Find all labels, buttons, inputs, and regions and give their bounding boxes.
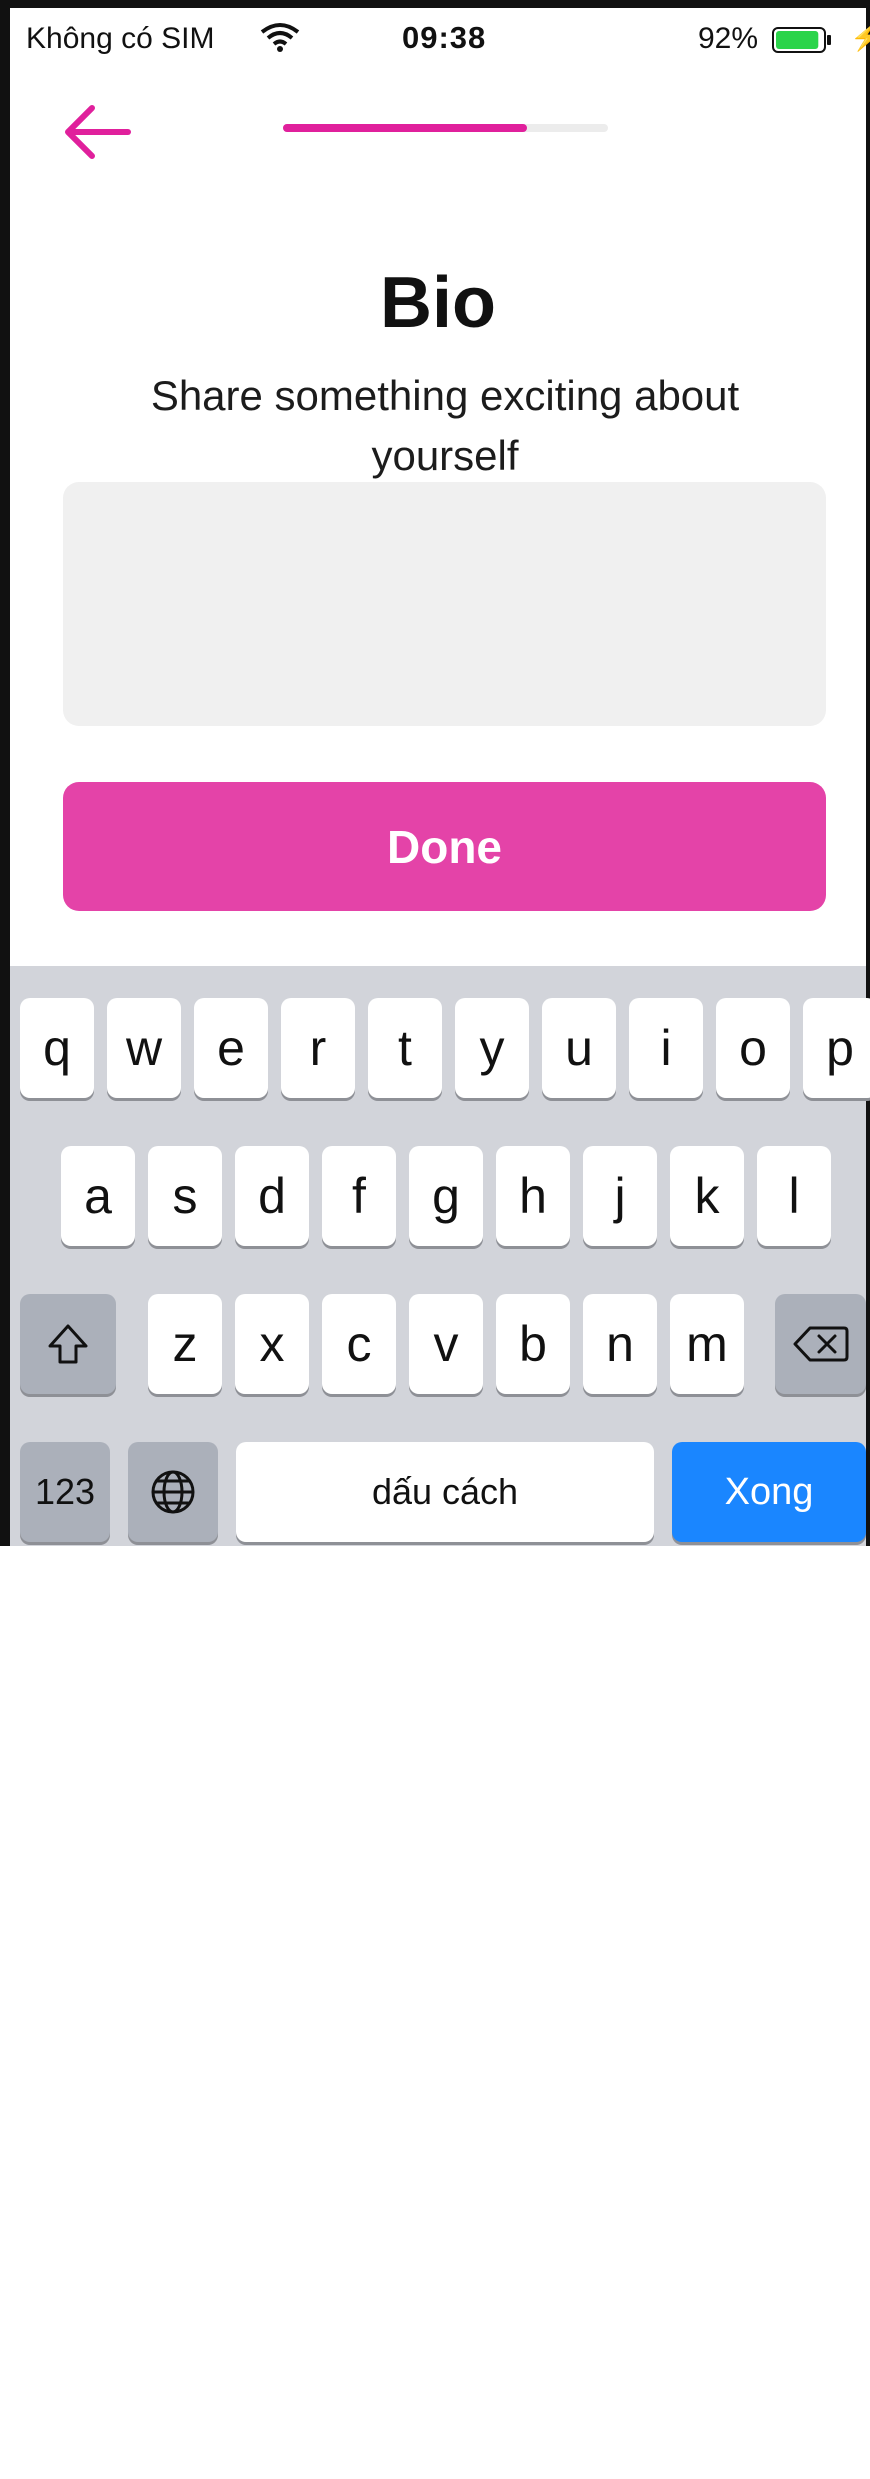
- on-screen-keyboard: q w e r t y u i o p a s d f g h j k l z x c v b n m 123 dấu cách Xon…: [10, 966, 870, 2476]
- key-e[interactable]: e: [194, 998, 268, 1098]
- key-v[interactable]: v: [409, 1294, 483, 1394]
- key-x[interactable]: x: [235, 1294, 309, 1394]
- progress-fill: [283, 124, 527, 132]
- key-u[interactable]: u: [542, 998, 616, 1098]
- shift-icon: [48, 1324, 88, 1364]
- key-h[interactable]: h: [496, 1146, 570, 1246]
- key-m[interactable]: m: [670, 1294, 744, 1394]
- screen-border: [0, 0, 870, 8]
- key-d[interactable]: d: [235, 1146, 309, 1246]
- return-key[interactable]: Xong: [672, 1442, 866, 1542]
- key-r[interactable]: r: [281, 998, 355, 1098]
- key-k[interactable]: k: [670, 1146, 744, 1246]
- key-o[interactable]: o: [716, 998, 790, 1098]
- key-j[interactable]: j: [583, 1146, 657, 1246]
- space-key[interactable]: dấu cách: [236, 1442, 654, 1542]
- globe-key[interactable]: [128, 1442, 218, 1542]
- page-title: Bio: [380, 263, 496, 343]
- key-n[interactable]: n: [583, 1294, 657, 1394]
- done-button[interactable]: Done: [63, 782, 826, 911]
- battery-icon: [772, 27, 831, 53]
- key-a[interactable]: a: [61, 1146, 135, 1246]
- bio-input[interactable]: [63, 482, 826, 726]
- key-b[interactable]: b: [496, 1294, 570, 1394]
- shift-key[interactable]: [20, 1294, 116, 1394]
- globe-icon: [151, 1470, 195, 1514]
- key-z[interactable]: z: [148, 1294, 222, 1394]
- numbers-key[interactable]: 123: [20, 1442, 110, 1542]
- onboarding-progress-bar: [283, 124, 608, 132]
- screen-border: [866, 0, 870, 1546]
- key-w[interactable]: w: [107, 998, 181, 1098]
- key-q[interactable]: q: [20, 998, 94, 1098]
- page-subtitle: Share something exciting about yourself: [150, 372, 740, 479]
- wifi-icon: [260, 23, 300, 52]
- backspace-key[interactable]: [775, 1294, 866, 1394]
- screen-border: [0, 0, 10, 1546]
- key-y[interactable]: y: [455, 998, 529, 1098]
- key-i[interactable]: i: [629, 998, 703, 1098]
- clock: 09:38: [402, 20, 487, 55]
- charging-bolt-icon: ⚡: [850, 22, 870, 52]
- key-f[interactable]: f: [322, 1146, 396, 1246]
- carrier-label: Không có SIM: [26, 22, 215, 55]
- key-s[interactable]: s: [148, 1146, 222, 1246]
- backspace-icon: [793, 1326, 848, 1362]
- key-l[interactable]: l: [757, 1146, 831, 1246]
- key-t[interactable]: t: [368, 998, 442, 1098]
- key-p[interactable]: p: [803, 998, 870, 1098]
- status-bar: Không có SIM 09:38 92% ⚡: [10, 8, 870, 70]
- key-c[interactable]: c: [322, 1294, 396, 1394]
- battery-percent: 92%: [698, 22, 759, 55]
- key-g[interactable]: g: [409, 1146, 483, 1246]
- back-arrow-icon[interactable]: [58, 100, 138, 164]
- watermark: Quantrimang: [100, 2308, 870, 2476]
